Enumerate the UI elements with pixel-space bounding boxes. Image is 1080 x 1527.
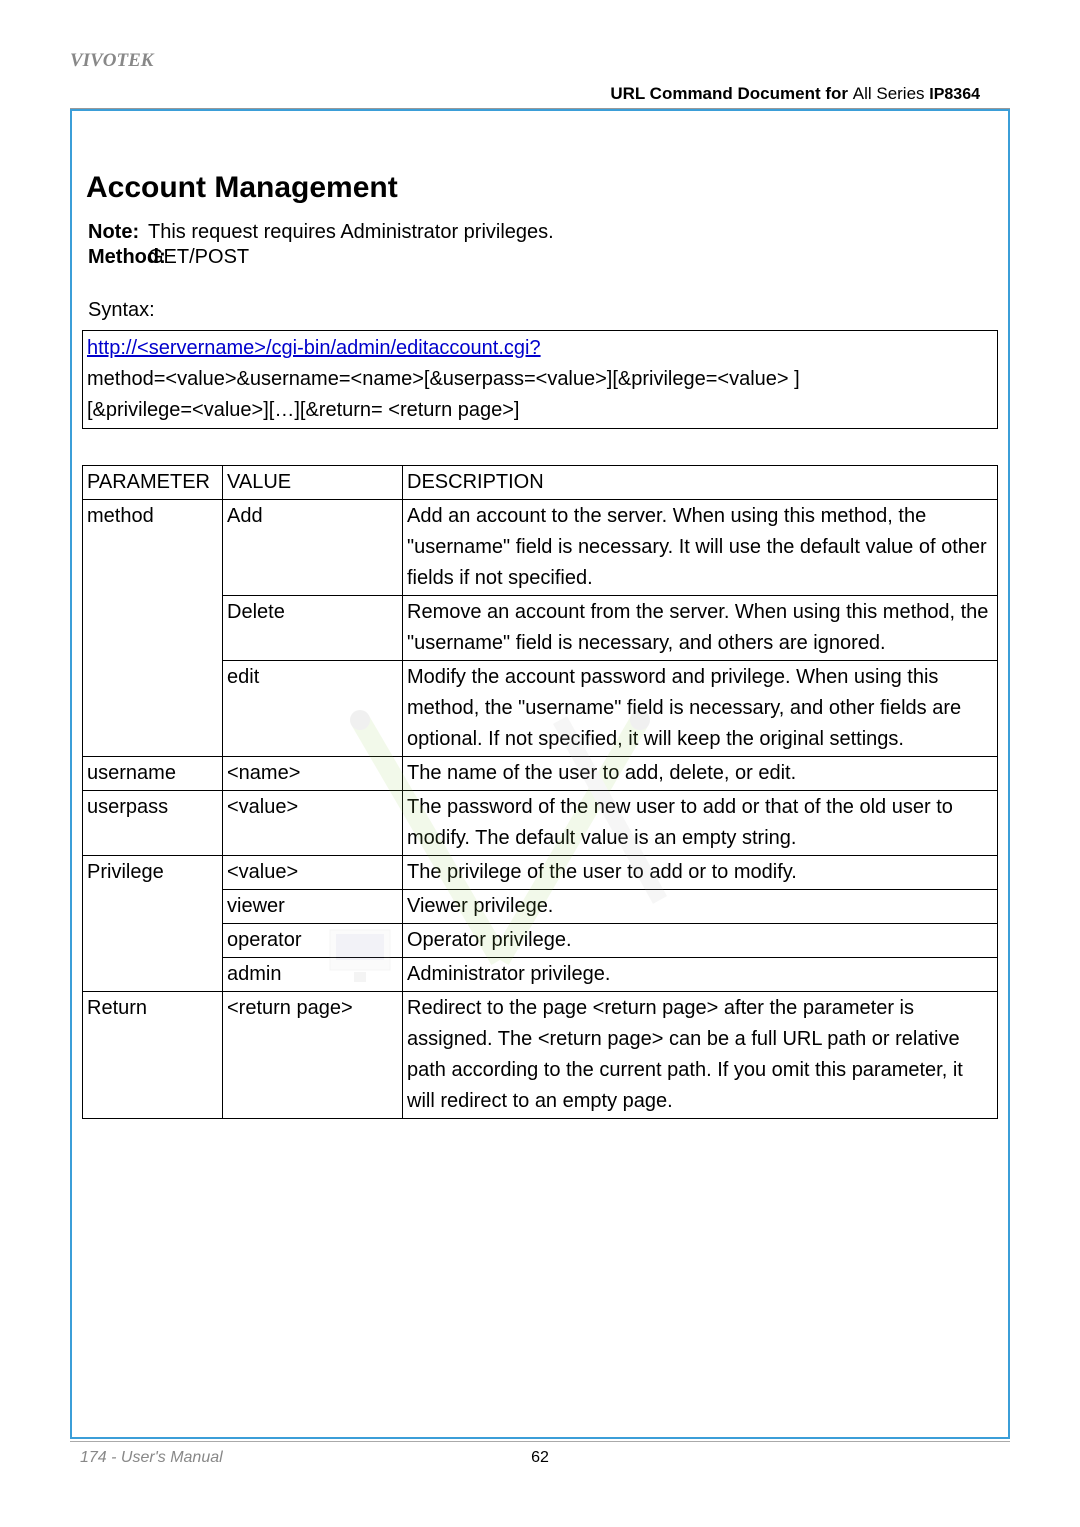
syntax-url-link[interactable]: http://<servername>/cgi-bin/admin/editac… xyxy=(87,337,541,359)
cell-value: admin xyxy=(223,958,403,992)
cell-param: username xyxy=(83,757,223,791)
footer: 174 - User's Manual 62 xyxy=(80,1449,1000,1467)
syntax-cell: http://<servername>/cgi-bin/admin/editac… xyxy=(83,331,998,429)
cell-value: <value> xyxy=(223,856,403,890)
cell-desc: Operator privilege. xyxy=(403,924,998,958)
syntax-table: http://<servername>/cgi-bin/admin/editac… xyxy=(82,330,998,429)
page-container: VIVOTEK URL Command Document for All Ser… xyxy=(0,0,1080,1527)
note-text: This request requires Administrator priv… xyxy=(148,221,554,244)
table-header-row: PARAMETER VALUE DESCRIPTION xyxy=(83,466,998,500)
note-row: Note: This request requires Administrato… xyxy=(88,221,998,244)
header-value: VALUE xyxy=(223,466,403,500)
method-text: GET/POST xyxy=(148,246,249,269)
footer-rule xyxy=(70,1441,1010,1442)
cell-desc: The name of the user to add, delete, or … xyxy=(403,757,998,791)
title-series: All Series xyxy=(853,84,925,103)
syntax-line-2: method=<value>&username=<name>[&userpass… xyxy=(87,368,800,390)
cell-param: Privilege xyxy=(83,856,223,992)
section-heading: Account Management xyxy=(86,171,998,205)
title-model: IP8364 xyxy=(929,86,980,103)
method-row: Method: GET/POST xyxy=(88,246,998,269)
cell-value: <name> xyxy=(223,757,403,791)
title-bold: URL Command Document for xyxy=(610,84,852,103)
table-row: userpass <value> The password of the new… xyxy=(83,791,998,856)
table-row: Return <return page> Redirect to the pag… xyxy=(83,992,998,1119)
cell-value: <value> xyxy=(223,791,403,856)
cell-desc: Add an account to the server. When using… xyxy=(403,500,998,596)
cell-desc: Viewer privilege. xyxy=(403,890,998,924)
table-row: Privilege <value> The privilege of the u… xyxy=(83,856,998,890)
method-label: Method: xyxy=(88,246,148,269)
cell-param: userpass xyxy=(83,791,223,856)
cell-param: method xyxy=(83,500,223,757)
cell-desc: Modify the account password and privileg… xyxy=(403,661,998,757)
header-parameter: PARAMETER xyxy=(83,466,223,500)
cell-desc: The privilege of the user to add or to m… xyxy=(403,856,998,890)
cell-param: Return xyxy=(83,992,223,1119)
cell-desc: Remove an account from the server. When … xyxy=(403,596,998,661)
brand-name: VIVOTEK xyxy=(70,50,1010,72)
footer-left: 174 - User's Manual xyxy=(80,1449,223,1467)
document-title: URL Command Document for All Series IP83… xyxy=(70,84,1010,104)
syntax-line-3: [&privilege=<value>][…][&return= <return… xyxy=(87,399,520,421)
page-number: 62 xyxy=(531,1449,549,1467)
cell-desc: The password of the new user to add or t… xyxy=(403,791,998,856)
cell-value: Delete xyxy=(223,596,403,661)
table-row: username <name> The name of the user to … xyxy=(83,757,998,791)
cell-value: viewer xyxy=(223,890,403,924)
cell-value: Add xyxy=(223,500,403,596)
cell-desc: Redirect to the page <return page> after… xyxy=(403,992,998,1119)
syntax-label: Syntax: xyxy=(88,299,998,322)
cell-value: edit xyxy=(223,661,403,757)
cell-value: operator xyxy=(223,924,403,958)
header-description: DESCRIPTION xyxy=(403,466,998,500)
cell-desc: Administrator privilege. xyxy=(403,958,998,992)
content-frame: Account Management Note: This request re… xyxy=(70,109,1010,1439)
table-row: method Add Add an account to the server.… xyxy=(83,500,998,596)
cell-value: <return page> xyxy=(223,992,403,1119)
parameter-table: PARAMETER VALUE DESCRIPTION method Add A… xyxy=(82,465,998,1119)
note-label: Note: xyxy=(88,221,148,244)
